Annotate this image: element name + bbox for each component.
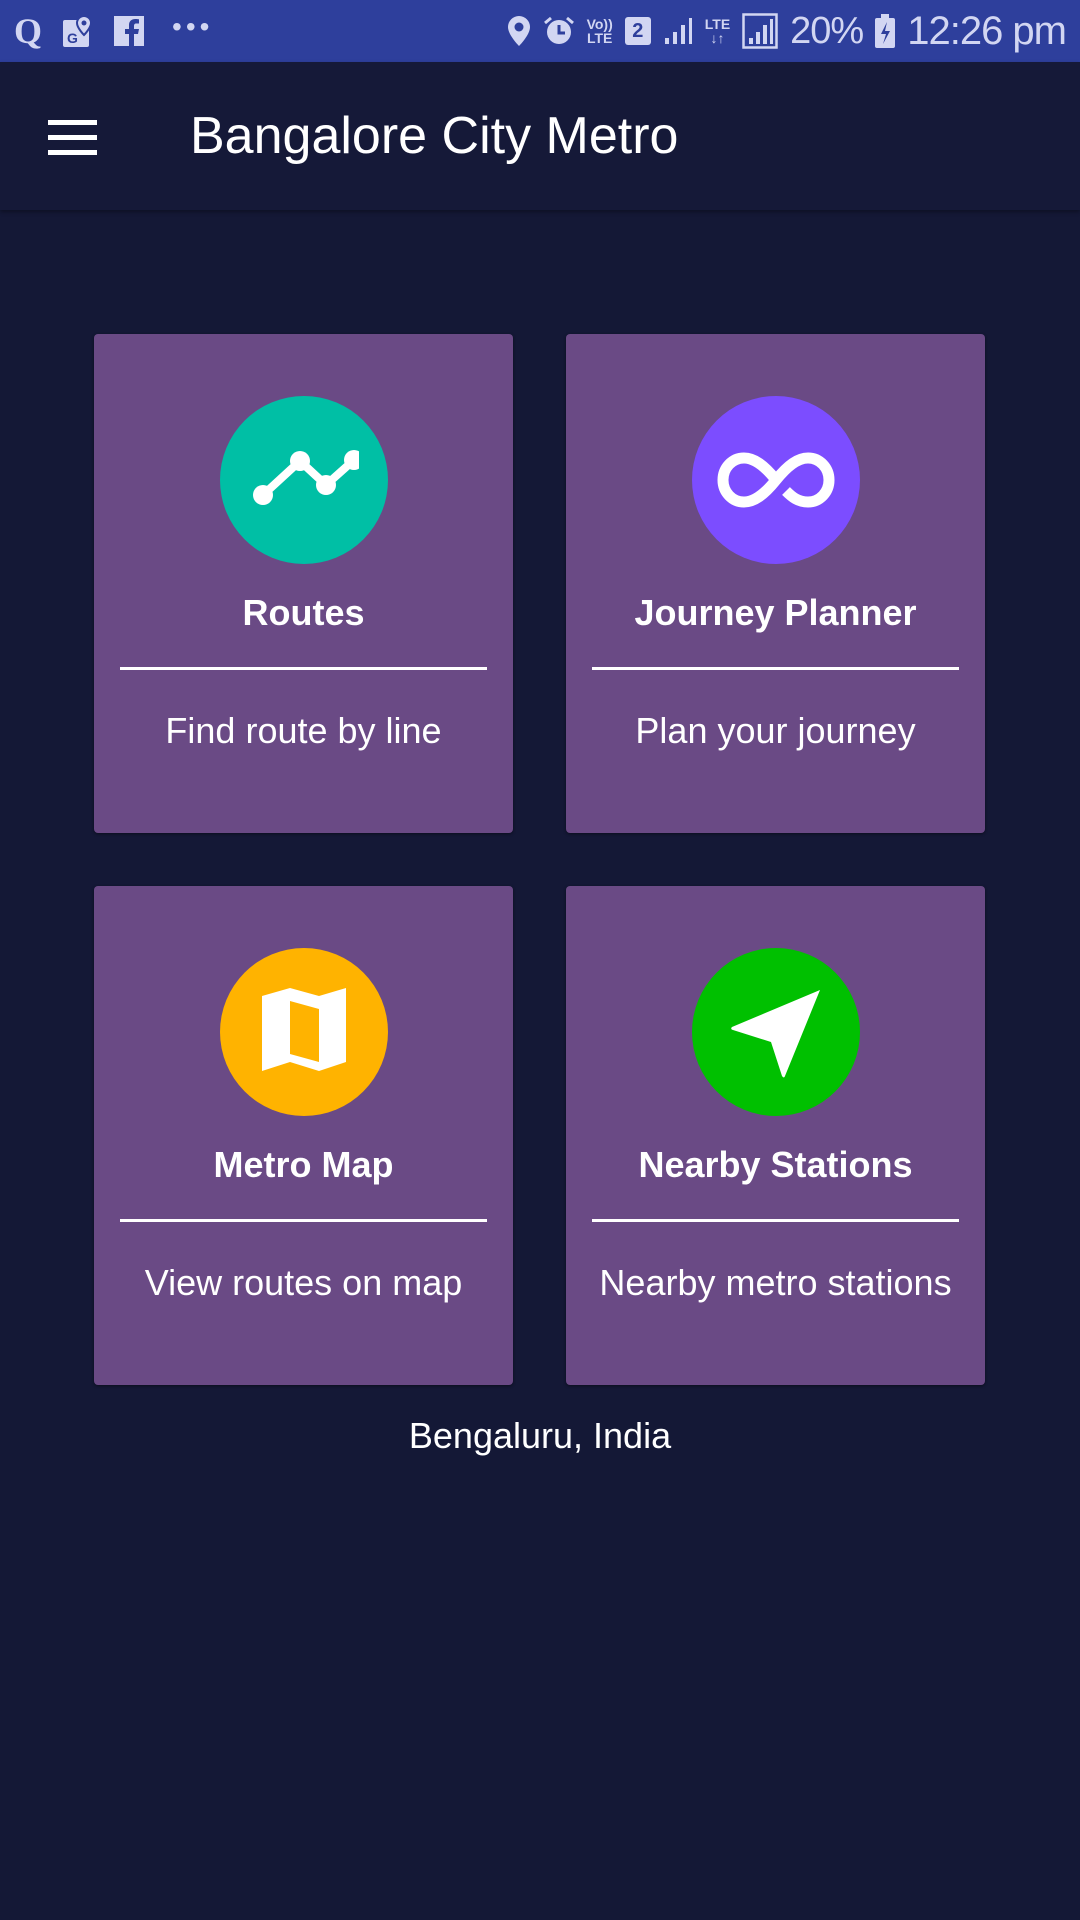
location-label: Bengaluru, India (408, 1415, 672, 1456)
card-divider (592, 667, 959, 670)
card-divider (592, 1219, 959, 1222)
quora-icon: Q (14, 11, 43, 51)
nearby-stations-icon-circle (692, 948, 860, 1116)
routes-title: Routes (242, 592, 365, 633)
battery-charging-icon (875, 14, 896, 48)
nearby-stations-card[interactable]: Nearby Stations Nearby metro stations (566, 886, 985, 1385)
metro-map-subtitle: View routes on map (144, 1262, 463, 1303)
metro-map-title: Metro Map (213, 1144, 394, 1185)
journey-planner-card[interactable]: Journey Planner Plan your journey (566, 334, 985, 833)
journey-planner-icon-circle (692, 396, 860, 564)
hamburger-menu-icon[interactable] (40, 114, 104, 162)
more-notifications-icon: ••• (172, 11, 214, 42)
status-bar: Q G ••• Vo)) LTE 2 LTE ↓↑ 20% 12:26 pm (0, 0, 1080, 62)
app-title: Bangalore City Metro (190, 107, 679, 165)
clock: 12:26 pm (907, 8, 1067, 53)
lte-label: LTE (704, 16, 731, 32)
sim-label: 2 (632, 19, 644, 42)
journey-planner-subtitle: Plan your journey (635, 710, 916, 751)
sim2-icon: 2 (624, 17, 651, 45)
journey-planner-title: Journey Planner (634, 592, 917, 633)
notification-icons: Q G ••• (14, 0, 213, 62)
app-bar: Bangalore City Metro (0, 62, 1080, 210)
map-icon (262, 988, 346, 1071)
battery-percent: 20% (790, 9, 864, 52)
signal-icon-2 (742, 13, 778, 49)
navigation-arrow-icon (731, 990, 820, 1078)
nearby-stations-subtitle: Nearby metro stations (599, 1262, 952, 1303)
metro-map-card[interactable]: Metro Map View routes on map (94, 886, 513, 1385)
lte-data-icon: LTE ↓↑ (704, 16, 731, 46)
google-maps-icon: G (62, 14, 94, 48)
signal-icon (663, 16, 693, 46)
nearby-stations-title: Nearby Stations (638, 1144, 913, 1185)
system-icons: Vo)) LTE 2 LTE ↓↑ 20% 12:26 pm (507, 0, 1067, 62)
volte-lte-label: LTE (586, 30, 613, 46)
alarm-icon (543, 15, 575, 47)
card-divider (120, 1219, 487, 1222)
routes-icon-circle (220, 396, 388, 564)
infinity-icon (717, 452, 835, 508)
svg-text:G: G (67, 30, 78, 46)
metro-map-icon-circle (220, 948, 388, 1116)
volte-icon: Vo)) LTE (587, 17, 613, 45)
facebook-icon (114, 16, 145, 46)
routes-card[interactable]: Routes Find route by line (94, 334, 513, 833)
routes-subtitle: Find route by line (165, 710, 442, 751)
card-divider (120, 667, 487, 670)
route-line-icon (253, 450, 359, 505)
location-icon (507, 15, 531, 47)
